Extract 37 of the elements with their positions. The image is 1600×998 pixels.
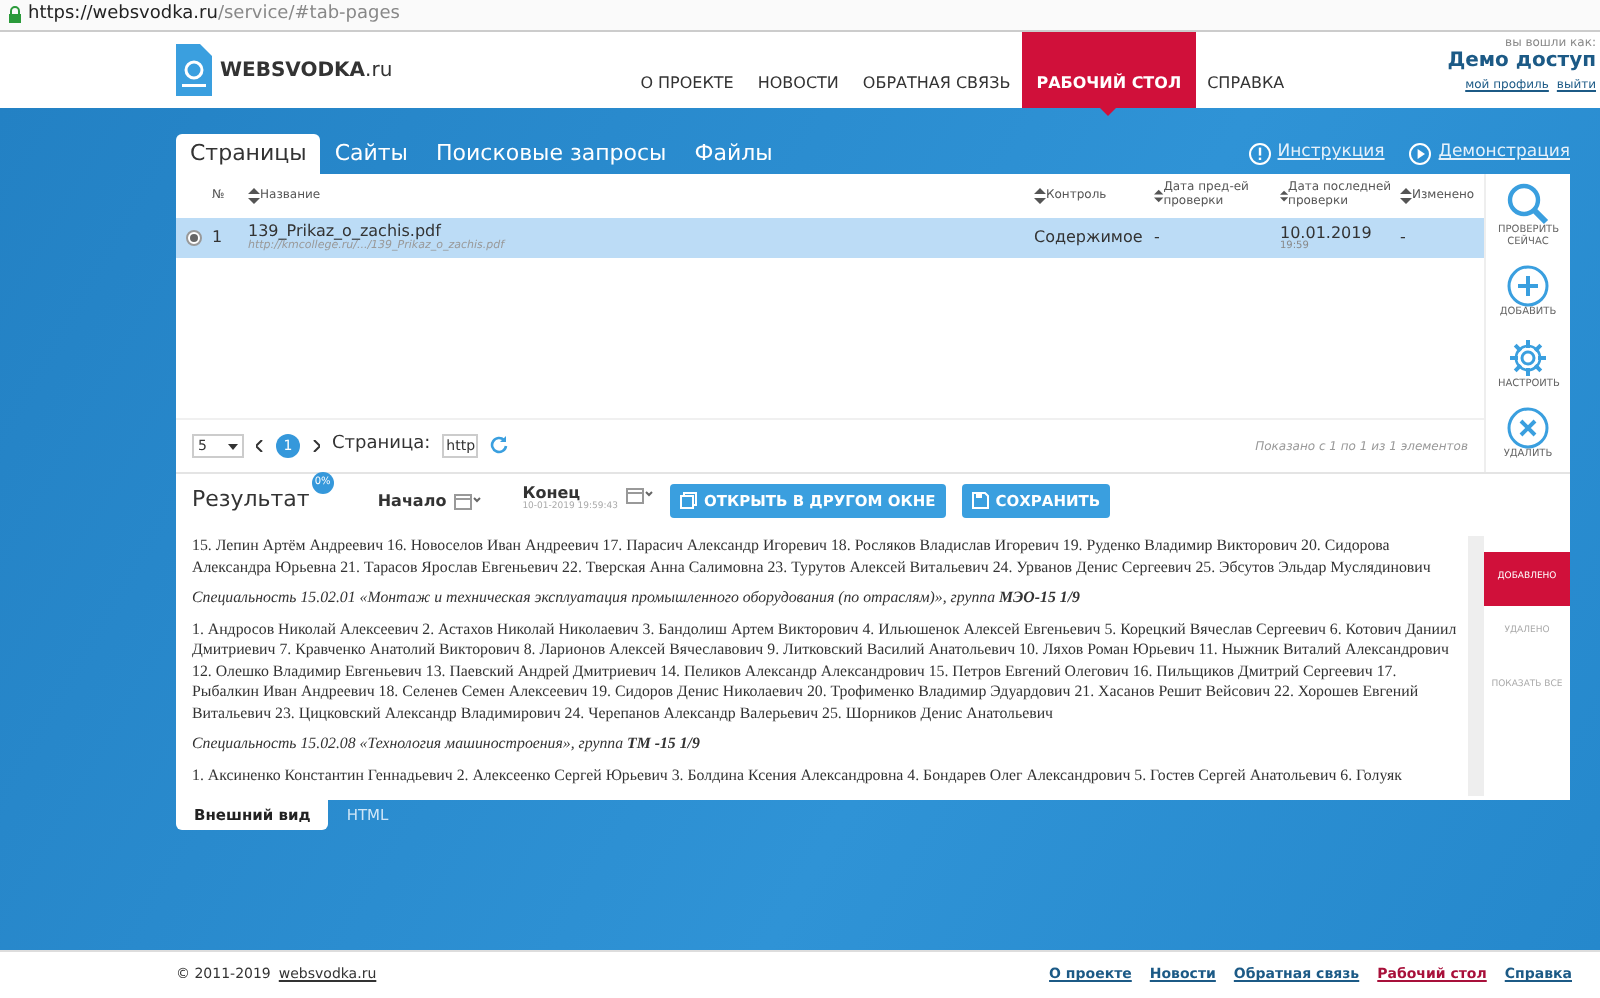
tab[interactable]: Поисковые запросы bbox=[422, 133, 681, 174]
refresh-icon bbox=[490, 436, 511, 456]
table-cell: 1 bbox=[212, 228, 223, 246]
table-cell: - bbox=[1400, 228, 1406, 246]
gear-icon bbox=[1506, 335, 1550, 379]
tab[interactable]: Файлы bbox=[680, 133, 787, 174]
nav-link[interactable]: ОБРАТНАЯ СВЯЗЬ bbox=[850, 32, 1023, 108]
calendar-icon bbox=[625, 486, 654, 507]
start-label: Начало bbox=[377, 493, 447, 509]
tab[interactable]: Сайты bbox=[320, 133, 422, 174]
close-circle-icon bbox=[1505, 406, 1550, 450]
document-logo-icon bbox=[176, 44, 212, 96]
chevron-right-icon bbox=[312, 440, 320, 452]
nav-link[interactable]: СПРАВКА bbox=[1195, 32, 1297, 108]
url-host[interactable]: https://websvodka.ru bbox=[28, 3, 218, 24]
end-label: Конец bbox=[522, 486, 581, 503]
site-logo-text[interactable]: WEBSVODKA.ru bbox=[220, 55, 393, 85]
calendar-icon bbox=[454, 491, 483, 511]
tab[interactable]: Страницы bbox=[176, 133, 321, 174]
info-icon bbox=[1247, 141, 1272, 165]
chevron-left-icon bbox=[256, 440, 264, 452]
play-icon bbox=[1408, 141, 1433, 165]
floppy-icon bbox=[971, 492, 990, 510]
windows-icon bbox=[679, 492, 698, 510]
table-cell: Содержимое bbox=[1034, 228, 1143, 246]
nav-link[interactable]: НОВОСТИ bbox=[745, 32, 851, 108]
caret-icon bbox=[228, 443, 238, 449]
file-name[interactable]: 139_Prikaz_o_zachis.pdf bbox=[248, 223, 1034, 240]
user-name: Демо доступ bbox=[1447, 50, 1596, 75]
search-icon bbox=[1506, 182, 1550, 226]
table-cell: - bbox=[1154, 228, 1160, 246]
radio-icon bbox=[186, 230, 202, 246]
table-cell-text: 10.01.2019 bbox=[1280, 225, 1374, 241]
lock-icon bbox=[8, 6, 22, 24]
nav-link[interactable]: О ПРОЕКТЕ bbox=[628, 32, 746, 108]
plus-circle-icon bbox=[1505, 264, 1550, 308]
page-label: Страница: bbox=[332, 432, 431, 459]
